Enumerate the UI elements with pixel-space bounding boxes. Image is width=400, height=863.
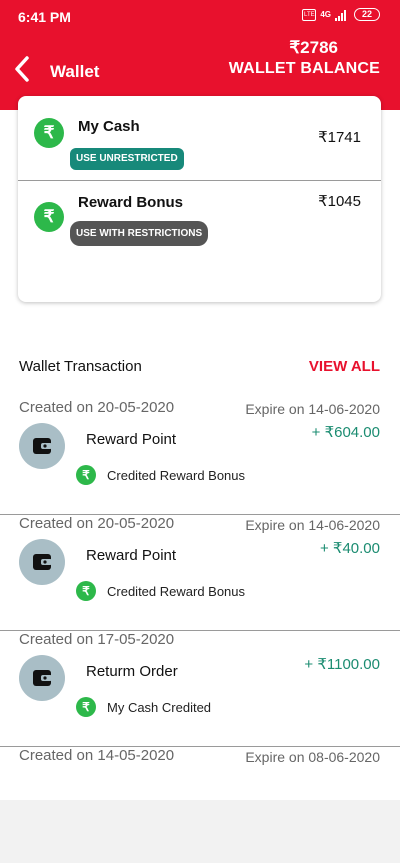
card-divider xyxy=(18,180,381,181)
wallet-avatar xyxy=(19,655,65,701)
page-title: Wallet xyxy=(50,62,100,81)
signal-icon xyxy=(335,9,346,21)
rupee-icon: ₹ xyxy=(76,581,96,601)
wallet-icon xyxy=(33,554,52,570)
status-bar: 6:41 PM LTE 4G 22 xyxy=(0,0,400,32)
wallet-transactions-section: Wallet Transaction VIEW ALL Created on 2… xyxy=(0,338,400,800)
status-icons: LTE 4G 22 xyxy=(302,8,380,21)
transaction-amount: + ₹40.00 xyxy=(319,540,380,557)
wallet-balance-amount: ₹2786 xyxy=(289,38,338,57)
reward-bonus-amount: ₹1045 xyxy=(318,193,361,210)
wallet-balance-label: WALLET BALANCE xyxy=(228,60,380,77)
expire-date: Expire on 14-06-2020 xyxy=(245,517,380,533)
expire-date: Expire on 14-06-2020 xyxy=(245,401,380,417)
use-with-restrictions-badge: USE WITH RESTRICTIONS xyxy=(70,221,209,246)
transaction-item[interactable]: Created on 17-05-2020 Returm Order + ₹11… xyxy=(0,631,400,747)
created-date: Created on 20-05-2020 xyxy=(19,399,175,416)
transaction-item[interactable]: Created on 14-05-2020 Expire on 08-06-20… xyxy=(0,747,400,863)
transactions-title: Wallet Transaction xyxy=(19,358,142,375)
created-date: Created on 17-05-2020 xyxy=(19,631,175,648)
lte-icon: LTE xyxy=(302,8,317,21)
battery-icon: 22 xyxy=(354,8,380,21)
transaction-description: My Cash Credited xyxy=(107,700,212,715)
transaction-amount: + ₹1100.00 xyxy=(304,656,380,673)
rupee-icon: ₹ xyxy=(34,118,64,148)
rupee-icon: ₹ xyxy=(34,202,64,232)
back-arrow-icon xyxy=(15,56,29,82)
my-cash-amount: ₹1741 xyxy=(318,129,361,146)
transaction-amount: + ₹604.00 xyxy=(311,424,380,441)
wallet-icon xyxy=(33,438,52,454)
wallet-icon xyxy=(33,670,52,686)
network-label: 4G xyxy=(320,10,331,19)
wallet-avatar xyxy=(19,423,65,469)
created-date: Created on 20-05-2020 xyxy=(19,515,175,532)
back-button[interactable] xyxy=(10,54,36,84)
expire-date: Expire on 08-06-2020 xyxy=(245,749,380,765)
reward-bonus-title: Reward Bonus xyxy=(78,194,184,211)
rupee-icon: ₹ xyxy=(76,465,96,485)
created-date: Created on 14-05-2020 xyxy=(19,747,175,764)
transaction-item[interactable]: Created on 20-05-2020 Expire on 14-06-20… xyxy=(0,515,400,631)
wallet-avatar xyxy=(19,539,65,585)
transaction-description: Credited Reward Bonus xyxy=(107,468,246,483)
rupee-icon: ₹ xyxy=(76,697,96,717)
transaction-name: Reward Point xyxy=(86,431,177,448)
use-unrestricted-badge: USE UNRESTRICTED xyxy=(70,148,184,170)
transactions-header: Wallet Transaction VIEW ALL xyxy=(0,358,400,378)
my-cash-title: My Cash xyxy=(78,118,140,135)
transaction-name: Returm Order xyxy=(86,663,178,680)
transaction-name: Reward Point xyxy=(86,547,177,564)
transaction-description: Credited Reward Bonus xyxy=(107,584,246,599)
status-time: 6:41 PM xyxy=(18,9,71,25)
view-all-link[interactable]: VIEW ALL xyxy=(309,358,380,375)
wallet-summary-card: ₹ My Cash USE UNRESTRICTED ₹1741 ₹ Rewar… xyxy=(18,96,381,302)
transaction-item[interactable]: Created on 20-05-2020 Expire on 14-06-20… xyxy=(0,399,400,515)
